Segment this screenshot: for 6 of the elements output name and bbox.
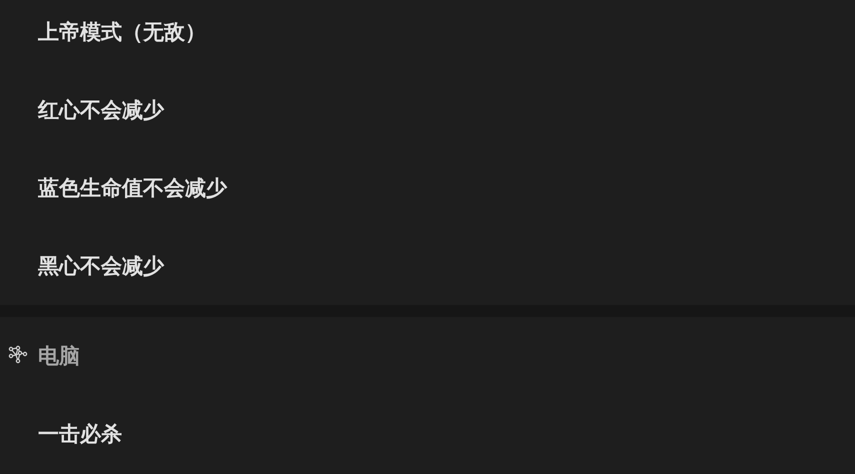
- cheat-option[interactable]: 上帝模式（无敌）: [38, 18, 206, 46]
- cheat-option[interactable]: 一击必杀: [38, 420, 122, 448]
- cheat-option[interactable]: 红心不会减少: [38, 96, 164, 124]
- section-header: 电脑: [38, 343, 80, 370]
- cheat-option[interactable]: 蓝色生命值不会减少: [38, 174, 227, 202]
- cheat-option[interactable]: 黑心不会减少: [38, 252, 164, 280]
